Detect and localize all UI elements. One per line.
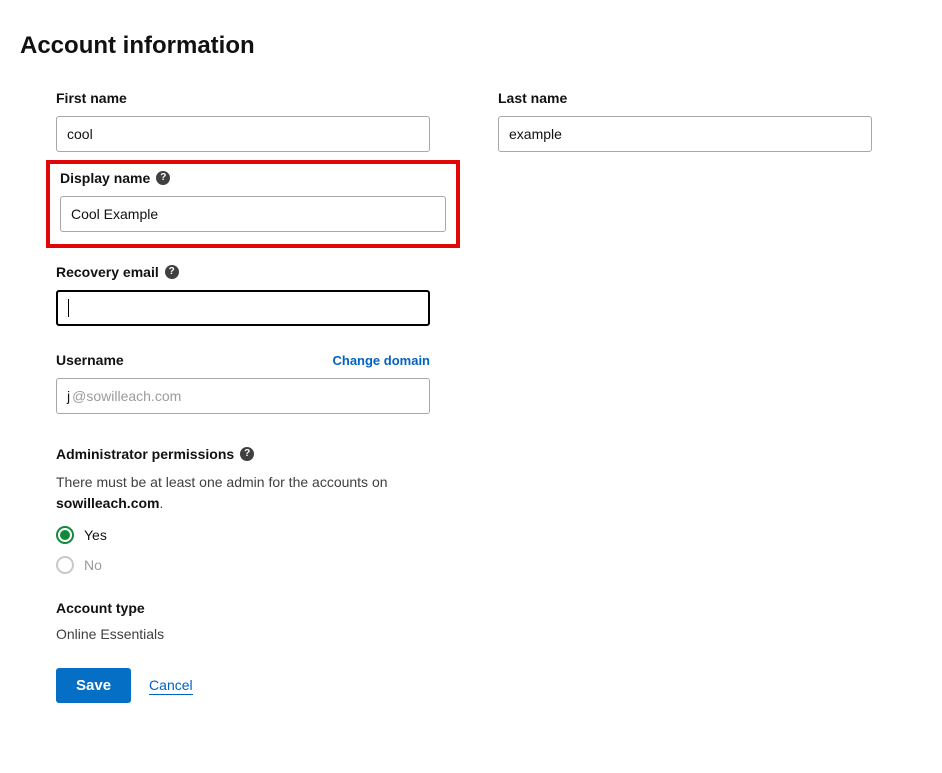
username-group: Username Change domain j @sowilleach.com [46, 342, 440, 418]
radio-yes-label: Yes [84, 527, 107, 543]
radio-no-label: No [84, 557, 102, 573]
first-name-label: First name [56, 90, 430, 106]
text-cursor [68, 299, 69, 317]
change-domain-link[interactable]: Change domain [332, 353, 430, 368]
username-domain: @sowilleach.com [72, 388, 181, 404]
display-name-highlight: Display name ? [46, 160, 460, 248]
last-name-input[interactable] [498, 116, 872, 152]
radio-no[interactable]: No [56, 556, 456, 574]
display-name-label-row: Display name ? [60, 170, 446, 186]
last-name-group: Last name [488, 80, 882, 156]
admin-desc-domain: sowilleach.com [56, 495, 159, 511]
admin-desc-prefix: There must be at least one admin for the… [56, 474, 388, 490]
radio-circle-icon [56, 556, 74, 574]
cancel-link[interactable]: Cancel [149, 677, 193, 695]
radio-circle-icon [56, 526, 74, 544]
account-type-value: Online Essentials [56, 626, 456, 642]
recovery-email-group: Recovery email ? [46, 254, 440, 330]
admin-permissions-desc: There must be at least one admin for the… [56, 472, 456, 514]
admin-radio-group: Yes No [56, 526, 456, 574]
first-name-input[interactable] [56, 116, 430, 152]
account-form: First name Last name Display name ? Reco… [20, 80, 922, 703]
help-icon[interactable]: ? [156, 171, 170, 185]
recovery-email-input[interactable] [56, 290, 430, 326]
radio-yes[interactable]: Yes [56, 526, 456, 544]
username-label: Username [56, 352, 124, 368]
account-type-label: Account type [56, 600, 456, 616]
admin-permissions-label: Administrator permissions [56, 446, 234, 462]
first-name-group: First name [46, 80, 440, 156]
display-name-label: Display name [60, 170, 150, 186]
recovery-email-label: Recovery email [56, 264, 159, 280]
help-icon[interactable]: ? [165, 265, 179, 279]
account-type-section: Account type Online Essentials [46, 586, 466, 642]
help-icon[interactable]: ? [240, 447, 254, 461]
username-input[interactable]: j @sowilleach.com [56, 378, 430, 414]
username-value: j [67, 388, 70, 404]
display-name-input[interactable] [60, 196, 446, 232]
page-title: Account information [20, 32, 922, 60]
admin-desc-suffix: . [159, 495, 163, 511]
form-actions: Save Cancel [46, 642, 922, 703]
save-button[interactable]: Save [56, 668, 131, 703]
last-name-label: Last name [498, 90, 872, 106]
admin-permissions-section: Administrator permissions ? There must b… [46, 436, 466, 574]
